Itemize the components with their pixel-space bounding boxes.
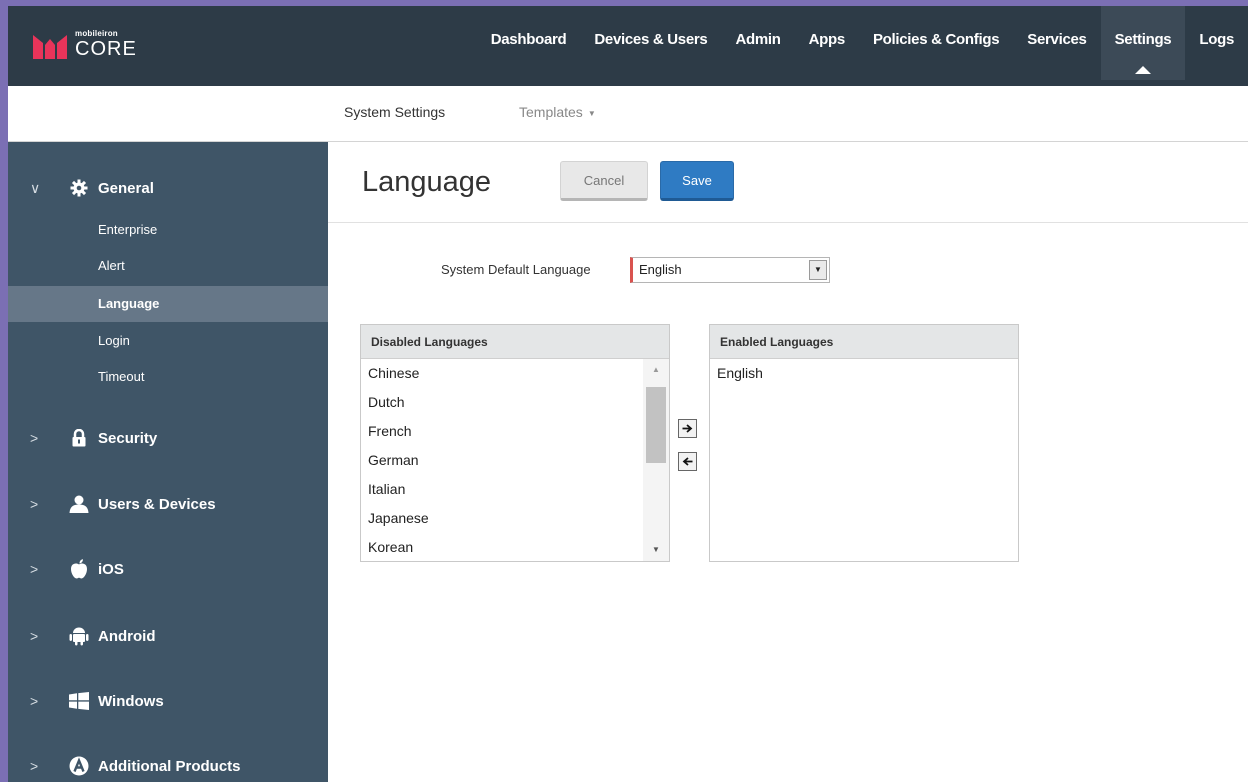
default-language-label: System Default Language <box>441 262 591 277</box>
sidebar-item-timeout[interactable]: Timeout <box>8 359 328 395</box>
user-icon <box>68 495 90 513</box>
move-to-enabled-button[interactable] <box>678 419 697 438</box>
nav-apps[interactable]: Apps <box>795 6 859 80</box>
sidebar-group-label: Android <box>98 627 156 645</box>
sidebar-group-android[interactable]: > Android <box>8 618 328 654</box>
list-item[interactable]: Dutch <box>361 388 669 417</box>
chevron-right-icon: > <box>30 693 39 709</box>
windows-icon <box>68 692 90 710</box>
disabled-languages-header: Disabled Languages <box>361 325 669 359</box>
save-button[interactable]: Save <box>660 161 734 201</box>
chevron-right-icon: > <box>30 628 39 644</box>
mobileiron-logo-icon <box>33 31 67 59</box>
list-item[interactable]: Korean <box>361 533 669 562</box>
arrow-left-icon <box>682 457 693 466</box>
android-icon <box>68 626 90 646</box>
enabled-languages-header: Enabled Languages <box>710 325 1018 359</box>
tab-templates-label: Templates <box>519 104 583 120</box>
app-frame: mobileiron CORE Dashboard Devices & User… <box>8 6 1248 782</box>
list-item[interactable]: German <box>361 446 669 475</box>
move-to-disabled-button[interactable] <box>678 452 697 471</box>
sidebar-item-language[interactable]: Language <box>8 286 328 322</box>
sidebar-group-label: iOS <box>98 560 124 578</box>
sidebar-group-additional-products[interactable]: > Additional Products <box>8 748 328 782</box>
page-title: Language <box>362 166 492 198</box>
list-scrollbar[interactable]: ▲ ▼ <box>643 359 669 561</box>
nav-dashboard[interactable]: Dashboard <box>477 6 581 80</box>
chevron-right-icon: > <box>30 496 39 512</box>
nav-devices-users[interactable]: Devices & Users <box>580 6 721 80</box>
nav-policies-configs[interactable]: Policies & Configs <box>859 6 1013 80</box>
sidebar-group-general[interactable]: ∨ General <box>8 170 328 206</box>
chevron-right-icon: > <box>30 430 39 446</box>
sidebar-item-alert[interactable]: Alert <box>8 248 328 284</box>
caret-down-icon: ▼ <box>587 108 596 118</box>
sidebar-item-enterprise[interactable]: Enterprise <box>8 212 328 248</box>
scroll-down-arrow-icon[interactable]: ▼ <box>643 539 669 561</box>
sidebar-group-users-devices[interactable]: > Users & Devices <box>8 486 328 522</box>
list-item[interactable]: French <box>361 417 669 446</box>
chevron-right-icon: > <box>30 561 39 577</box>
lock-icon <box>68 429 90 447</box>
nav-settings[interactable]: Settings <box>1100 6 1186 80</box>
nav-logs[interactable]: Logs <box>1185 6 1248 80</box>
top-navigation-bar: mobileiron CORE Dashboard Devices & User… <box>8 6 1248 86</box>
sidebar-group-windows[interactable]: > Windows <box>8 683 328 719</box>
scroll-up-arrow-icon[interactable]: ▲ <box>643 359 669 381</box>
nav-services[interactable]: Services <box>1013 6 1100 80</box>
gear-icon <box>68 179 90 197</box>
settings-sidebar: ∨ General Enterprise Alert Language Logi… <box>8 142 328 782</box>
cancel-button[interactable]: Cancel <box>560 161 648 201</box>
list-item[interactable]: Italian <box>361 475 669 504</box>
list-item[interactable]: Chinese <box>361 359 669 388</box>
sidebar-group-label: Additional Products <box>98 757 241 775</box>
arrow-right-icon <box>682 424 693 433</box>
a-circle-icon <box>68 756 90 776</box>
chevron-right-icon: > <box>30 758 39 774</box>
list-item[interactable]: Japanese <box>361 504 669 533</box>
nav-admin[interactable]: Admin <box>721 6 794 80</box>
sidebar-group-label: General <box>98 179 154 197</box>
dropdown-arrow-icon: ▼ <box>809 260 827 280</box>
logo-wordmark-small: mobileiron <box>75 29 118 38</box>
disabled-languages-list[interactable]: Disabled Languages Chinese Dutch French … <box>360 324 670 562</box>
sidebar-group-label: Users & Devices <box>98 495 216 513</box>
mobileiron-logo[interactable]: mobileiron CORE <box>33 30 137 59</box>
tab-templates[interactable]: Templates ▼ <box>519 104 596 120</box>
list-item[interactable]: English <box>710 359 1018 388</box>
logo-wordmark-core: CORE <box>75 38 137 60</box>
sidebar-group-label: Windows <box>98 692 164 710</box>
sidebar-group-security[interactable]: > Security <box>8 420 328 456</box>
scroll-thumb[interactable] <box>646 387 666 463</box>
sidebar-item-login[interactable]: Login <box>8 323 328 359</box>
sidebar-group-ios[interactable]: > iOS <box>8 551 328 587</box>
sub-navigation-bar: System Settings Templates ▼ <box>8 86 1248 142</box>
apple-icon <box>68 559 90 579</box>
header-divider <box>328 222 1248 223</box>
chevron-down-icon: ∨ <box>30 179 41 196</box>
default-language-select[interactable]: English ▼ <box>630 257 830 283</box>
sidebar-group-label: Security <box>98 429 158 447</box>
top-nav-menu: Dashboard Devices & Users Admin Apps Pol… <box>477 6 1248 86</box>
tab-system-settings[interactable]: System Settings <box>344 104 445 120</box>
enabled-languages-list[interactable]: Enabled Languages English <box>709 324 1019 562</box>
default-language-value: English <box>639 262 682 277</box>
